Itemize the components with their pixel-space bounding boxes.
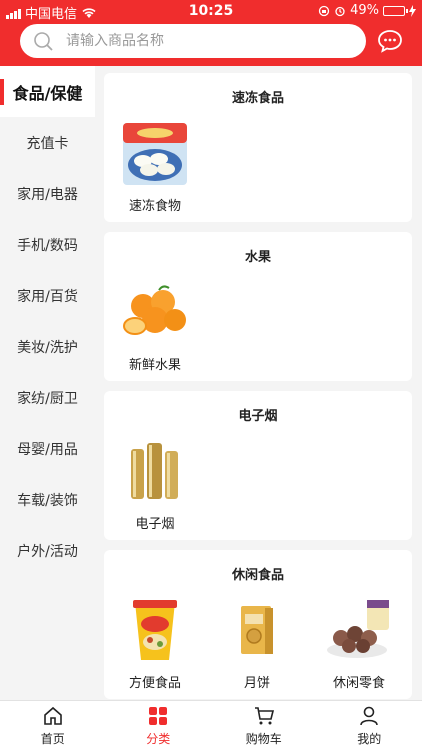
item-grid: 新鲜水果 xyxy=(104,266,412,373)
sidebar-item-label: 家用/电器 xyxy=(17,184,78,204)
product-label: 速冻食物 xyxy=(129,195,181,214)
item-grid: 速冻食物 xyxy=(104,107,412,214)
category-icon xyxy=(147,705,169,727)
status-right: 49% xyxy=(318,3,416,18)
section-snacks: 休闲食品 方便食品 月饼 xyxy=(104,550,412,699)
status-bar: 中国电信 10:25 49% xyxy=(0,0,422,22)
sidebar-item-beauty[interactable]: 美妆/洗护 xyxy=(0,321,95,372)
tab-home[interactable]: 首页 xyxy=(0,701,106,751)
product-label: 电子烟 xyxy=(135,513,174,532)
item-grid: 方便食品 月饼 xyxy=(104,584,412,691)
product-label: 方便食品 xyxy=(129,672,181,691)
sidebar-item-outdoor[interactable]: 户外/活动 xyxy=(0,525,95,576)
alarm-icon xyxy=(334,5,346,17)
message-icon[interactable] xyxy=(376,27,404,55)
item-grid: 电子烟 xyxy=(104,425,412,532)
dried-plums-image xyxy=(323,594,395,666)
product-item[interactable]: 新鲜水果 xyxy=(104,266,206,373)
sidebar-item-label: 充值卡 xyxy=(27,133,69,153)
cart-icon xyxy=(253,705,275,727)
rotation-lock-icon xyxy=(318,5,330,17)
section-title: 电子烟 xyxy=(104,391,412,425)
bottom-tab-bar: 首页 分类 购物车 我的 xyxy=(0,700,422,751)
product-item[interactable]: 月饼 xyxy=(206,584,308,691)
search-icon xyxy=(32,30,54,52)
section-title: 水果 xyxy=(104,232,412,266)
product-item[interactable]: 电子烟 xyxy=(104,425,206,532)
category-content: 速冻食品 速冻食物 水果 xyxy=(104,73,412,700)
tab-label: 分类 xyxy=(146,730,170,747)
oranges-image xyxy=(119,276,191,348)
section-fruit: 水果 新鲜水果 xyxy=(104,232,412,381)
battery-percent: 49% xyxy=(350,3,379,18)
ecig-image xyxy=(119,435,191,507)
sidebar-item-food[interactable]: 食品/保健 xyxy=(0,66,95,117)
section-title: 休闲食品 xyxy=(104,550,412,584)
sidebar-item-appliances[interactable]: 家用/电器 xyxy=(0,168,95,219)
sidebar-item-topup[interactable]: 充值卡 xyxy=(0,117,95,168)
product-label: 月饼 xyxy=(244,672,270,691)
sidebar-item-textiles[interactable]: 家纺/厨卫 xyxy=(0,372,95,423)
user-icon xyxy=(358,705,380,727)
tab-category[interactable]: 分类 xyxy=(106,701,212,751)
header-bar: 中国电信 10:25 49% xyxy=(0,0,422,66)
charging-icon xyxy=(409,5,416,17)
sidebar-item-household[interactable]: 家用/百货 xyxy=(0,270,95,321)
dumplings-image xyxy=(119,117,191,189)
sidebar-item-label: 手机/数码 xyxy=(17,235,78,255)
sidebar-item-label: 家用/百货 xyxy=(17,286,78,306)
product-item[interactable]: 速冻食物 xyxy=(104,107,206,214)
section-frozen-food: 速冻食品 速冻食物 xyxy=(104,73,412,222)
mooncake-box-image xyxy=(221,594,293,666)
product-label: 休闲零食 xyxy=(333,672,385,691)
sidebar-item-digital[interactable]: 手机/数码 xyxy=(0,219,95,270)
sidebar-item-label: 户外/活动 xyxy=(17,541,78,561)
product-item[interactable]: 休闲零食 xyxy=(308,584,410,691)
sidebar-item-car[interactable]: 车载/装饰 xyxy=(0,474,95,525)
home-icon xyxy=(42,705,64,727)
sidebar-item-label: 家纺/厨卫 xyxy=(17,388,78,408)
product-item[interactable]: 方便食品 xyxy=(104,584,206,691)
sidebar-item-baby[interactable]: 母婴/用品 xyxy=(0,423,95,474)
search-box[interactable] xyxy=(20,24,366,58)
noodle-cup-image xyxy=(119,594,191,666)
sidebar-item-label: 食品/保健 xyxy=(13,80,83,104)
tab-label: 我的 xyxy=(357,730,381,747)
tab-cart[interactable]: 购物车 xyxy=(211,701,317,751)
battery-icon xyxy=(383,6,405,16)
section-title: 速冻食品 xyxy=(104,73,412,107)
product-label: 新鲜水果 xyxy=(129,354,181,373)
category-sidebar: 食品/保健 充值卡 家用/电器 手机/数码 家用/百货 美妆/洗护 家纺/厨卫 … xyxy=(0,66,95,700)
tab-label: 购物车 xyxy=(246,730,282,747)
search-input[interactable] xyxy=(64,32,338,50)
sidebar-item-label: 美妆/洗护 xyxy=(17,337,78,357)
sidebar-item-label: 车载/装饰 xyxy=(17,490,78,510)
tab-profile[interactable]: 我的 xyxy=(317,701,422,751)
section-ecig: 电子烟 电子烟 xyxy=(104,391,412,540)
tab-label: 首页 xyxy=(41,730,65,747)
sidebar-item-label: 母婴/用品 xyxy=(17,439,78,459)
